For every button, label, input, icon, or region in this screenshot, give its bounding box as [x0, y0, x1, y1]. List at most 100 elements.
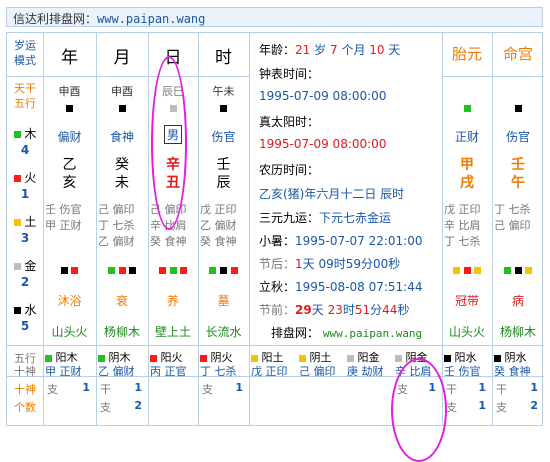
element-wood-count: 4 — [20, 143, 30, 157]
pillar-state-squares-0 — [43, 263, 96, 277]
bottom-shishen-9: 癸 食神 — [494, 365, 531, 378]
right-shishen-0: 正财 — [454, 130, 479, 144]
tiangan-label: 天干 — [14, 82, 36, 95]
right-state-squares-0 — [442, 263, 492, 277]
right-header-0: 胎元 — [451, 45, 482, 63]
pillar-hidden-square-1 — [96, 101, 148, 115]
element-wood: 木 — [7, 125, 43, 142]
element-fire-count: 1 — [20, 187, 30, 201]
right-zhi-1: 午 — [511, 175, 525, 191]
solar-time-value: 1995-07-09 08:00:00 — [259, 137, 387, 151]
element-metal: 金 — [7, 257, 43, 274]
bottom-shishen-2: 丙 正官 — [150, 365, 187, 378]
pillar-header-0: 年 — [61, 48, 78, 68]
bottom-shishen-3: 丁 七杀 — [200, 365, 237, 378]
bottom-shishen-5: 己 偏印 — [299, 365, 336, 378]
site-url-link[interactable]: www.paipan.wang — [97, 12, 205, 26]
pillar-zhi-1: 未 — [115, 175, 129, 191]
shishen-count-label-1: 十神 — [14, 383, 36, 396]
site-row: 排盘网： www.paipan.wang — [271, 326, 423, 340]
pillar-state-squares-3 — [198, 263, 249, 277]
bottom-shishen-8: 壬 伤官 — [444, 365, 481, 378]
bottom-shishen-6: 庚 劫财 — [347, 365, 384, 378]
pillar-gan-1: 癸 — [115, 157, 129, 173]
bottom-count-2: 支 1 — [202, 381, 243, 396]
pillar-gan-3: 壬 — [216, 157, 231, 173]
element-earth: 土 — [7, 213, 43, 230]
pillar-hidden-3: 午未 — [212, 85, 235, 98]
right-nayin-1: 杨柳木 — [499, 325, 536, 339]
right-square-1 — [492, 101, 544, 115]
pillar-state-2: 养 — [166, 294, 179, 308]
bottom-shishen-1: 乙 偏财 — [98, 365, 135, 378]
right-nayin-0: 山头火 — [448, 325, 485, 339]
element-fire: 火 — [7, 169, 43, 186]
pillar-state-3: 墓 — [217, 294, 230, 308]
shishen-count-label-2: 个数 — [14, 401, 36, 414]
pillar-canggan-3-1: 乙 偏财 — [200, 219, 237, 232]
right-canggan-0-1: 辛 比肩 — [444, 219, 481, 232]
pillar-zhi-3: 辰 — [216, 175, 231, 191]
right-gan-0: 甲 — [460, 157, 474, 173]
pillar-canggan-1-2: 乙 偏财 — [98, 235, 135, 248]
right-canggan-1-0: 丁 七杀 — [494, 203, 531, 216]
element-water-count: 5 — [20, 319, 30, 333]
pillar-shishen-3: 伤官 — [211, 130, 236, 144]
bottom-count-5: 干 1支 2 — [496, 381, 538, 414]
pillar-zhi-0: 亥 — [62, 175, 77, 191]
right-state-squares-1 — [492, 263, 544, 277]
right-state-0: 冠带 — [454, 294, 479, 308]
liqiu-row: 立秋：1995-08-08 07:51:44 — [259, 280, 423, 294]
pillar-canggan-3-2: 癸 食神 — [200, 235, 237, 248]
bottom-count-0: 支 1 — [47, 381, 90, 396]
wuxing-shishen-label-2: 十神 — [14, 365, 36, 378]
right-canggan-0-2: 丁 七杀 — [444, 235, 481, 248]
pillar-header-1: 月 — [113, 48, 131, 68]
xiaoshu-row: 小暑：1995-07-07 22:01:00 — [259, 234, 423, 248]
lunar-time-label: 农历时间： — [259, 163, 320, 177]
clock-time-label: 钟表时间： — [259, 67, 320, 81]
right-zhi-0: 戌 — [460, 175, 474, 191]
yinjin-highlight — [391, 358, 447, 462]
pillar-canggan-3-0: 戊 正印 — [200, 203, 237, 216]
site-name: 信达利排盘网： — [13, 12, 98, 26]
pillar-shishen-1: 食神 — [109, 130, 134, 144]
bottom-count-4: 干 1支 1 — [446, 381, 486, 414]
right-state-1: 病 — [511, 294, 524, 308]
bottom-count-1: 干 1支 2 — [100, 381, 142, 414]
pillar-hidden-0: 申酉 — [58, 85, 81, 98]
pillar-hidden-square-0 — [43, 101, 96, 115]
pillar-nayin-3: 长流水 — [205, 325, 242, 339]
element-metal-count: 2 — [20, 275, 30, 289]
yuan-row: 三元九运：下元七赤金运 — [259, 211, 392, 225]
lunar-time-value: 乙亥(猪)年六月十二日 辰时 — [259, 187, 405, 201]
bottom-shishen-0: 甲 正财 — [45, 365, 82, 378]
jieqian-row: 节前：29天 23时51分44秒 — [259, 303, 410, 317]
bazi-page: 信达利排盘网：www.paipan.wang 岁运 模式 天干 五行 木 4 火… — [0, 0, 550, 462]
bazi-chart: 岁运 模式 天干 五行 木 4 火 1 土 3 金 2 水 5 五行 十神 十神… — [6, 32, 544, 462]
wuxing-label: 五行 — [14, 97, 36, 110]
right-shishen-1: 伤官 — [505, 130, 530, 144]
pillar-canggan-1-0: 己 偏印 — [98, 203, 135, 216]
pillar-canggan-0-0: 壬 伤官 — [45, 203, 82, 216]
jiehou-row: 节后：1天 09时59分00秒 — [259, 257, 401, 271]
pillar-state-squares-2 — [148, 263, 198, 277]
solar-time-label: 真太阳时： — [259, 115, 320, 129]
age-row: 年龄：21 岁 7 个月 10 天 — [259, 43, 401, 57]
mode-label-1: 岁运 — [14, 39, 36, 52]
pillar-nayin-0: 山头火 — [51, 325, 88, 339]
bottom-shishen-4: 戊 正印 — [251, 365, 288, 378]
right-canggan-1-1: 己 偏印 — [494, 219, 531, 232]
pillar-header-3: 时 — [215, 48, 232, 68]
pillar-state-squares-1 — [96, 263, 148, 277]
element-earth-count: 3 — [20, 231, 30, 245]
element-water: 水 — [7, 301, 43, 318]
pillar-gan-0: 乙 — [62, 157, 77, 173]
site-header-bar: 信达利排盘网：www.paipan.wang — [6, 7, 543, 27]
pillar-state-0: 沐浴 — [57, 294, 82, 308]
pillar-state-1: 衰 — [115, 294, 128, 308]
pillar-shishen-0: 偏财 — [57, 130, 82, 144]
day-pillar-highlight — [151, 56, 187, 230]
pillar-canggan-0-1: 甲 正财 — [45, 219, 82, 232]
pillar-nayin-2: 壁上土 — [154, 325, 191, 339]
